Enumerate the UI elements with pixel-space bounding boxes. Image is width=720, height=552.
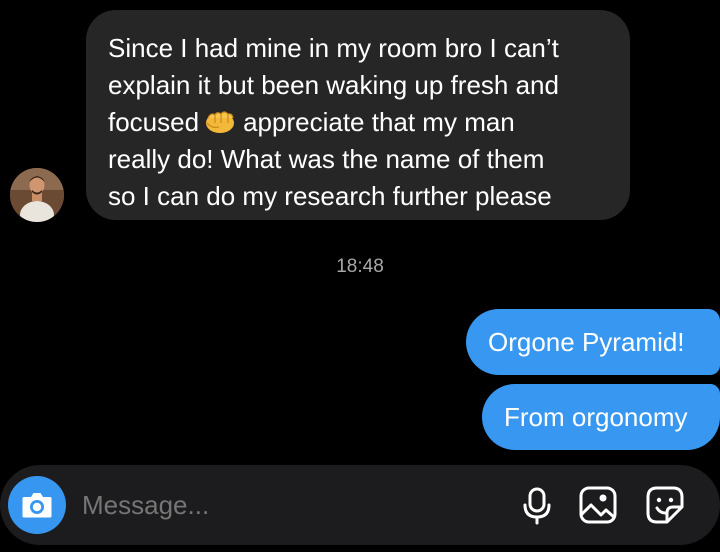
- message-composer: [0, 465, 720, 545]
- message-line-with-emoji: focused appreciate that my man: [108, 104, 606, 141]
- avatar-photo: [10, 168, 64, 222]
- sticker-icon[interactable]: [645, 485, 685, 525]
- outgoing-message-bubble[interactable]: Orgone Pyramid!: [466, 309, 720, 375]
- outgoing-message-bubble[interactable]: From orgonomy: [482, 384, 720, 450]
- camera-icon: [22, 493, 52, 518]
- oncoming-fist-icon: [206, 111, 235, 133]
- message-line: explain it but been waking up fresh and: [108, 70, 559, 100]
- message-line: really do! What was the name of them: [108, 144, 545, 174]
- message-line: Since I had mine in my room bro I can’t: [108, 33, 559, 63]
- microphone-icon[interactable]: [517, 485, 557, 525]
- gallery-icon[interactable]: [578, 485, 618, 525]
- sender-avatar[interactable]: [10, 168, 64, 222]
- message-text: focused: [108, 107, 200, 137]
- message-text: appreciate that my man: [243, 107, 515, 137]
- camera-button[interactable]: [8, 476, 66, 534]
- message-input[interactable]: [82, 465, 482, 545]
- message-line: so I can do my research further please: [108, 181, 552, 211]
- incoming-message-bubble[interactable]: Since I had mine in my room bro I can’t …: [86, 10, 630, 220]
- message-timestamp: 18:48: [336, 256, 384, 277]
